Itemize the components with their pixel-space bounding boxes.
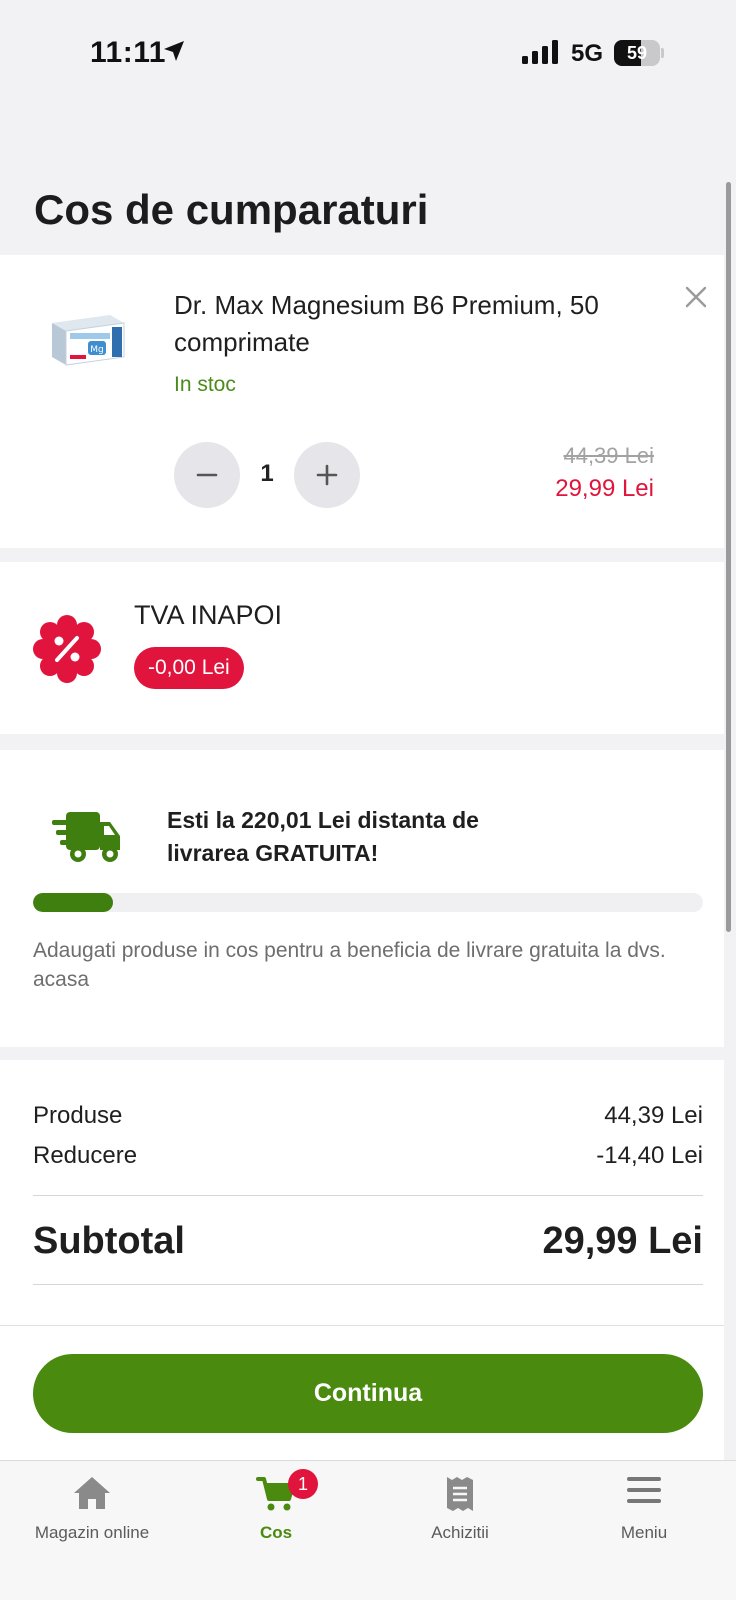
location-arrow-icon (164, 41, 184, 61)
status-time: 11:11 (90, 36, 166, 69)
tab-label: Meniu (620, 1523, 668, 1542)
order-summary: Produse 44,39 Lei Reducere -14,40 Lei Su… (0, 1060, 724, 1325)
battery-level: 59 (626, 43, 648, 63)
free-delivery-section: Esti la 220,01 Lei distanta de livrarea … (0, 750, 724, 1047)
bottom-tab-bar: Magazin online 1 Cos Achizitii Meniu (0, 1460, 736, 1600)
scrollbar[interactable] (726, 182, 731, 932)
tab-label: Magazin online (34, 1523, 150, 1542)
increase-quantity-button[interactable] (294, 442, 360, 508)
network-type: 5G (571, 40, 604, 67)
plus-icon (316, 464, 338, 486)
battery-icon: 59 (614, 40, 664, 66)
checkout-footer: Continua (0, 1325, 724, 1460)
products-value: 44,39 Lei (604, 1102, 703, 1129)
tab-achizitii[interactable]: Achizitii (368, 1461, 552, 1561)
continue-button[interactable]: Continua (33, 1354, 703, 1433)
tab-label: Achizitii (431, 1523, 489, 1542)
vat-title: TVA INAPOI (134, 600, 283, 630)
discount-label: Reducere (33, 1142, 138, 1169)
tab-cos[interactable]: 1 Cos (184, 1461, 368, 1561)
decrease-quantity-button[interactable] (174, 442, 240, 508)
discounted-price: 29,99 Lei (555, 475, 654, 502)
vat-amount-badge: -0,00 Lei (134, 647, 244, 689)
free-delivery-progress-fill (33, 893, 114, 912)
vat-back-section: TVA INAPOI -0,00 Lei (0, 562, 724, 734)
products-label: Produse (33, 1102, 123, 1129)
percent-badge-icon (33, 615, 101, 683)
stock-status: In stoc (174, 373, 236, 396)
receipt-icon (447, 1477, 473, 1511)
cellular-signal-icon (522, 40, 558, 64)
tab-magazin-online[interactable]: Magazin online (0, 1461, 184, 1561)
divider (33, 1284, 703, 1285)
truck-icon (52, 812, 120, 862)
subtotal-label: Subtotal (33, 1220, 185, 1262)
menu-icon (627, 1477, 661, 1503)
original-price: 44,39 Lei (563, 443, 654, 468)
home-icon (74, 1477, 110, 1509)
discount-value: -14,40 Lei (596, 1142, 703, 1169)
product-image[interactable]: Mg (48, 311, 126, 367)
status-bar: 11:11 5G 59 (0, 0, 736, 110)
free-delivery-note: Adaugati produse in cos pentru a benefic… (33, 939, 666, 991)
svg-text:Mg: Mg (90, 345, 103, 355)
cart-count-badge: 1 (288, 1469, 318, 1499)
quantity-value: 1 (260, 460, 274, 487)
cart-item: Mg Dr. Max Magnesium B6 Premium, 50 comp… (0, 255, 724, 548)
close-icon[interactable] (684, 285, 708, 309)
free-delivery-progress (33, 893, 703, 912)
page-title: Cos de cumparaturi (34, 186, 429, 233)
divider (33, 1195, 703, 1196)
tab-meniu[interactable]: Meniu (552, 1461, 736, 1561)
free-delivery-message: Esti la 220,01 Lei distanta de livrarea … (167, 807, 479, 866)
minus-icon (196, 473, 218, 477)
tab-label: Cos (259, 1523, 293, 1542)
subtotal-value: 29,99 Lei (542, 1220, 703, 1262)
product-name[interactable]: Dr. Max Magnesium B6 Premium, 50 comprim… (174, 287, 654, 361)
